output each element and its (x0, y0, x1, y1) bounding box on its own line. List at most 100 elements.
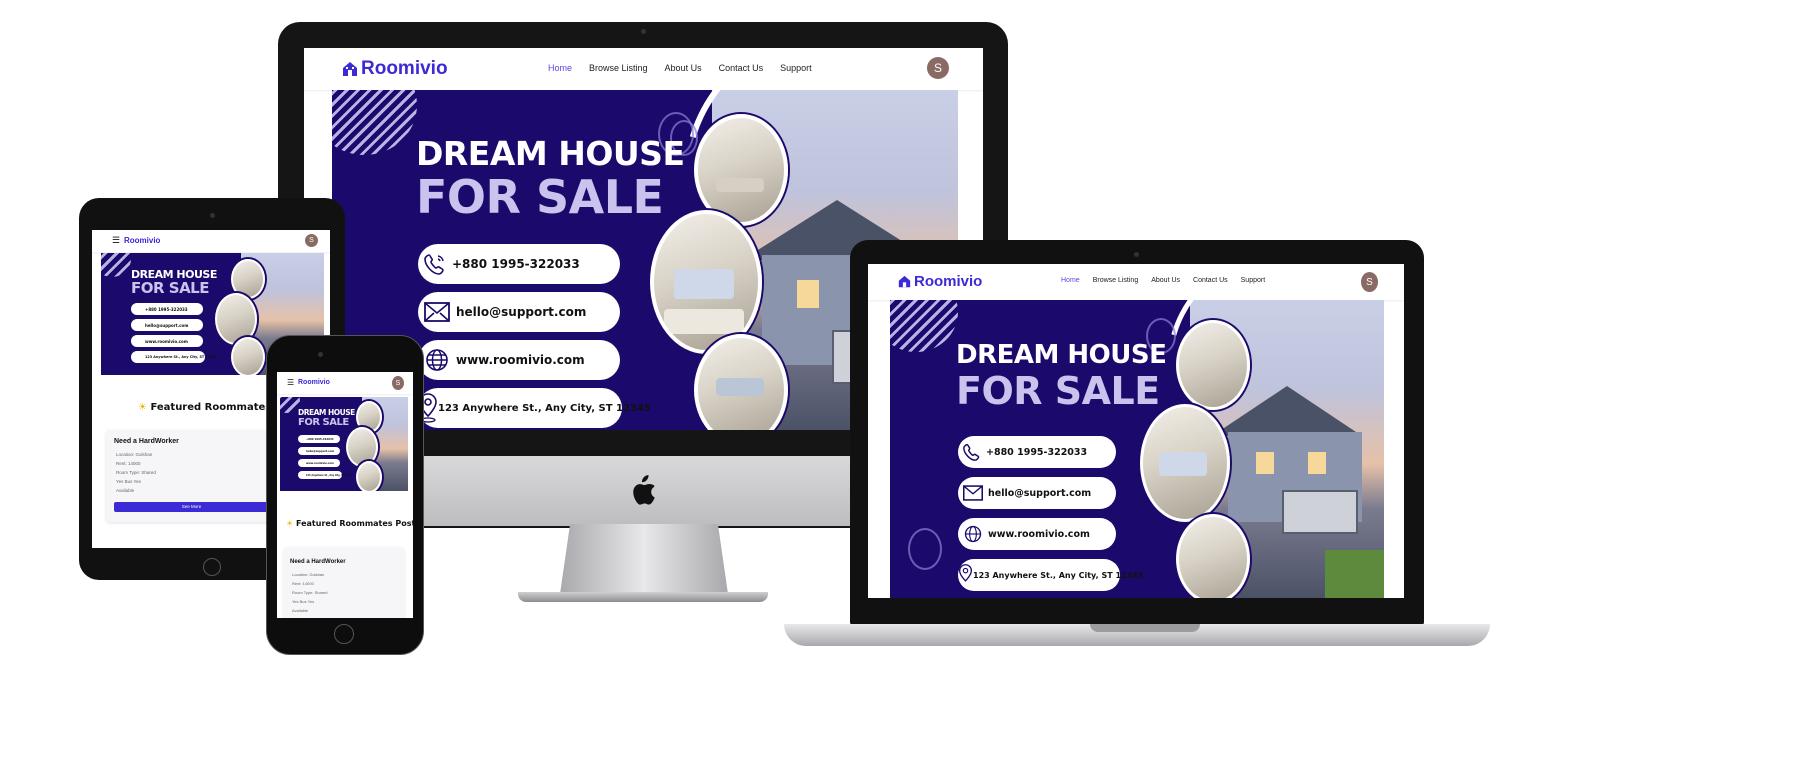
laptop-notch (1090, 624, 1200, 632)
laptop-contact-address[interactable]: 123 Anywhere St., Any City, ST 12345 (958, 559, 1143, 591)
phone-camera (318, 352, 323, 357)
imac-foot (518, 592, 768, 602)
phone-card-rent: Rent: 14000 (292, 581, 314, 586)
laptop-brand-name: Roomivio (914, 273, 983, 290)
laptop-contact-phone[interactable]: +880 1995-322033 (958, 436, 1116, 468)
laptop-contact-website-text: www.roomivio.com (988, 528, 1090, 540)
bedroom-photo (650, 210, 762, 354)
navbar: Roomivio Home Browse Listing About Us Co… (304, 48, 983, 90)
phone-contact-address[interactable]: 123 Anywhere St., Any City, ST 12345 (298, 471, 353, 479)
tablet-navbar: ☰ Roomivio S (92, 230, 330, 252)
laptop-screen: Roomivio Home Browse Listing About Us Co… (868, 264, 1404, 598)
laptop-globe-icon (958, 525, 988, 543)
contact-address[interactable]: 123 Anywhere St., Any City, ST 12345 (418, 388, 651, 428)
phone-featured-heading-text: Featured Roommates Posts (295, 519, 413, 528)
phone-contact-email[interactable]: hello@support.com (298, 447, 340, 455)
brand-name: Roomivio (361, 58, 448, 79)
imac-stand (560, 524, 728, 594)
tablet-brand[interactable]: Roomivio (124, 236, 160, 245)
phone-card-location: Location: Gulshan (292, 572, 325, 577)
laptop-bedroom-photo (1140, 404, 1230, 522)
phone-hamburger-icon[interactable]: ☰ (287, 378, 294, 387)
tablet-camera (210, 213, 215, 218)
phone-hero-banner: DREAM HOUSE FOR SALE +880 1995-322033 he… (280, 397, 408, 491)
hero-title-line2: FOR SALE (416, 170, 664, 224)
stripe-decoration (332, 90, 417, 155)
nav-support[interactable]: Support (780, 63, 812, 73)
tablet-featured-heading: ☀ Featured Roommates P (138, 402, 282, 413)
contact-email[interactable]: hello@support.com (418, 292, 620, 332)
phone-hero-title-line2: FOR SALE (298, 417, 349, 428)
phone-contact-phone[interactable]: +880 1995-322033 (298, 435, 340, 443)
brand-logo[interactable]: Roomivio (342, 58, 448, 80)
hamburger-icon[interactable]: ☰ (112, 235, 120, 246)
laptop-navbar: Roomivio Home Browse Listing About Us Co… (868, 264, 1404, 300)
house-icon (343, 62, 357, 76)
laptop-hero-banner: DREAM HOUSE FOR SALE +880 1995-322033 he… (890, 300, 1384, 598)
tablet-contact-phone[interactable]: +880 1995-322033 (131, 303, 203, 315)
laptop-phone-icon (958, 443, 986, 461)
main-menu: Home Browse Listing About Us Contact Us … (548, 63, 812, 73)
phone-featured-heading: ☀ Featured Roommates Posts (286, 519, 413, 528)
laptop-contact-website[interactable]: www.roomivio.com (958, 518, 1116, 550)
laptop-brand-logo[interactable]: Roomivio (898, 273, 982, 290)
laptop-hero-title-line2: FOR SALE (956, 369, 1160, 413)
tablet-contact-address[interactable]: 123 Anywhere St., Any City, ST 12345 (131, 351, 217, 363)
laptop-nav-support[interactable]: Support (1241, 277, 1266, 284)
nav-contact-us[interactable]: Contact Us (719, 63, 764, 73)
sun-icon: ☀ (138, 402, 147, 413)
laptop-living-room-photo (1176, 514, 1250, 598)
phone-card-status: Available (292, 608, 309, 613)
laptop-contact-phone-text: +880 1995-322033 (986, 446, 1088, 458)
laptop-nav-home[interactable]: Home (1061, 277, 1080, 284)
tablet-featured-heading-text: Featured Roommates P (150, 402, 283, 413)
contact-email-text: hello@support.com (456, 305, 587, 319)
laptop-contact-email[interactable]: hello@support.com (958, 477, 1116, 509)
tablet-card-title: Need a HardWorker (114, 438, 179, 445)
hero-title-line1: DREAM HOUSE (416, 134, 685, 173)
tablet-contact-website[interactable]: www.roomivio.com (131, 335, 203, 347)
phone-card-room-type: Room Type: Shared (292, 590, 328, 595)
laptop-house-icon (898, 275, 911, 288)
phone-brand[interactable]: Roomivio (298, 379, 330, 386)
tablet-contact-email[interactable]: hello@support.com (131, 319, 203, 331)
contact-phone-text: +880 1995-322033 (452, 257, 580, 271)
laptop-nav-about-us[interactable]: About Us (1151, 277, 1180, 284)
contact-phone[interactable]: +880 1995-322033 (418, 244, 620, 284)
nav-home[interactable]: Home (548, 63, 572, 73)
tablet-card-location: Location: Gulshan (116, 452, 153, 457)
phone-navbar: ☰ Roomivio S (277, 372, 413, 394)
laptop-nav-browse-listing[interactable]: Browse Listing (1093, 277, 1139, 284)
tablet-post-card[interactable]: Need a HardWorker Location: Gulshan Rent… (106, 430, 272, 522)
tablet-home-button[interactable] (203, 558, 221, 576)
phone-contact-website[interactable]: www.roomivio.com (298, 459, 340, 467)
laptop-location-pin-icon (958, 564, 973, 586)
phone-screen: ☰ Roomivio S DREAM HOUSE FOR SALE +880 1… (277, 372, 413, 618)
phone-card-bus: Yes Bus Yes (292, 599, 315, 604)
laptop-avatar[interactable]: S (1361, 272, 1378, 292)
tablet-card-bus: Yes Bus Yes (116, 479, 141, 484)
phone-hero-title-line1: DREAM HOUSE (298, 408, 355, 417)
tablet-avatar[interactable]: S (305, 234, 318, 247)
contact-website[interactable]: www.roomivio.com (418, 340, 620, 380)
phone-post-card[interactable]: Need a HardWorker Location: Gulshan Rent… (284, 547, 404, 618)
phone-card-title: Need a HardWorker (290, 559, 346, 565)
mail-icon (418, 302, 456, 322)
laptop-contact-address-text: 123 Anywhere St., Any City, ST 12345 (973, 570, 1144, 580)
nav-about-us[interactable]: About Us (665, 63, 702, 73)
laptop-contact-email-text: hello@support.com (988, 487, 1092, 499)
phone-sun-icon: ☀ (286, 519, 294, 528)
imac-camera (641, 29, 646, 34)
laptop-kitchen-photo (1176, 320, 1250, 410)
phone-avatar[interactable]: S (392, 376, 404, 390)
laptop-nav-contact-us[interactable]: Contact Us (1193, 277, 1228, 284)
apple-logo-icon (633, 475, 655, 505)
tablet-see-more-button[interactable]: See More (114, 502, 269, 512)
laptop-stripe-decoration (890, 300, 958, 352)
phone-home-button[interactable] (334, 624, 354, 644)
contact-address-text: 123 Anywhere St., Any City, ST 12345 (438, 402, 651, 414)
laptop-mail-icon (958, 485, 988, 501)
laptop-main-menu: Home Browse Listing About Us Contact Us … (1061, 277, 1265, 284)
avatar[interactable]: S (927, 57, 949, 79)
nav-browse-listing[interactable]: Browse Listing (589, 63, 648, 73)
